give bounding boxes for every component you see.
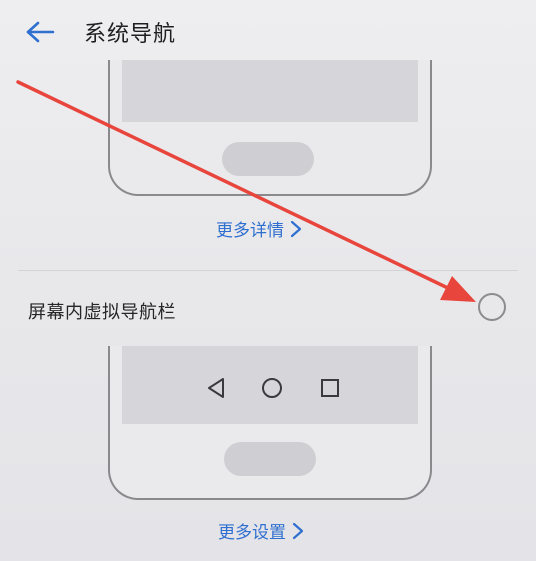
phone-screen-area [122, 346, 418, 424]
virtual-nav-keys [122, 346, 418, 424]
home-circle-icon [262, 378, 282, 398]
chevron-right-icon [292, 522, 304, 539]
virtual-nav-bar-label: 屏幕内虚拟导航栏 [28, 302, 176, 323]
section-divider [18, 270, 518, 271]
more-settings-link[interactable]: 更多设置 [218, 518, 304, 543]
virtual-nav-bar-option[interactable]: 屏幕内虚拟导航栏 [0, 280, 536, 340]
virtual-nav-phone-illustration [108, 346, 432, 500]
chevron-right-icon [290, 220, 302, 237]
more-details-label: 更多详情 [216, 221, 284, 241]
virtual-nav-bar-radio[interactable] [478, 293, 506, 321]
back-triangle-icon [208, 378, 224, 398]
page-title: 系统导航 [84, 22, 177, 47]
more-details-link[interactable]: 更多详情 [216, 216, 302, 241]
arrow-left-icon [26, 21, 55, 43]
top-app-bar: 系统导航 [0, 0, 536, 64]
system-navigation-screen: 系统导航 更多详情 屏幕内虚拟导航栏 更多设置 [0, 0, 536, 561]
home-button-illustration [222, 142, 314, 176]
gesture-phone-illustration [108, 60, 432, 196]
back-button[interactable] [18, 12, 62, 52]
home-button-illustration [224, 442, 316, 476]
phone-screen-area [122, 60, 418, 122]
more-settings-label: 更多设置 [218, 523, 286, 543]
recents-square-icon [321, 379, 339, 397]
